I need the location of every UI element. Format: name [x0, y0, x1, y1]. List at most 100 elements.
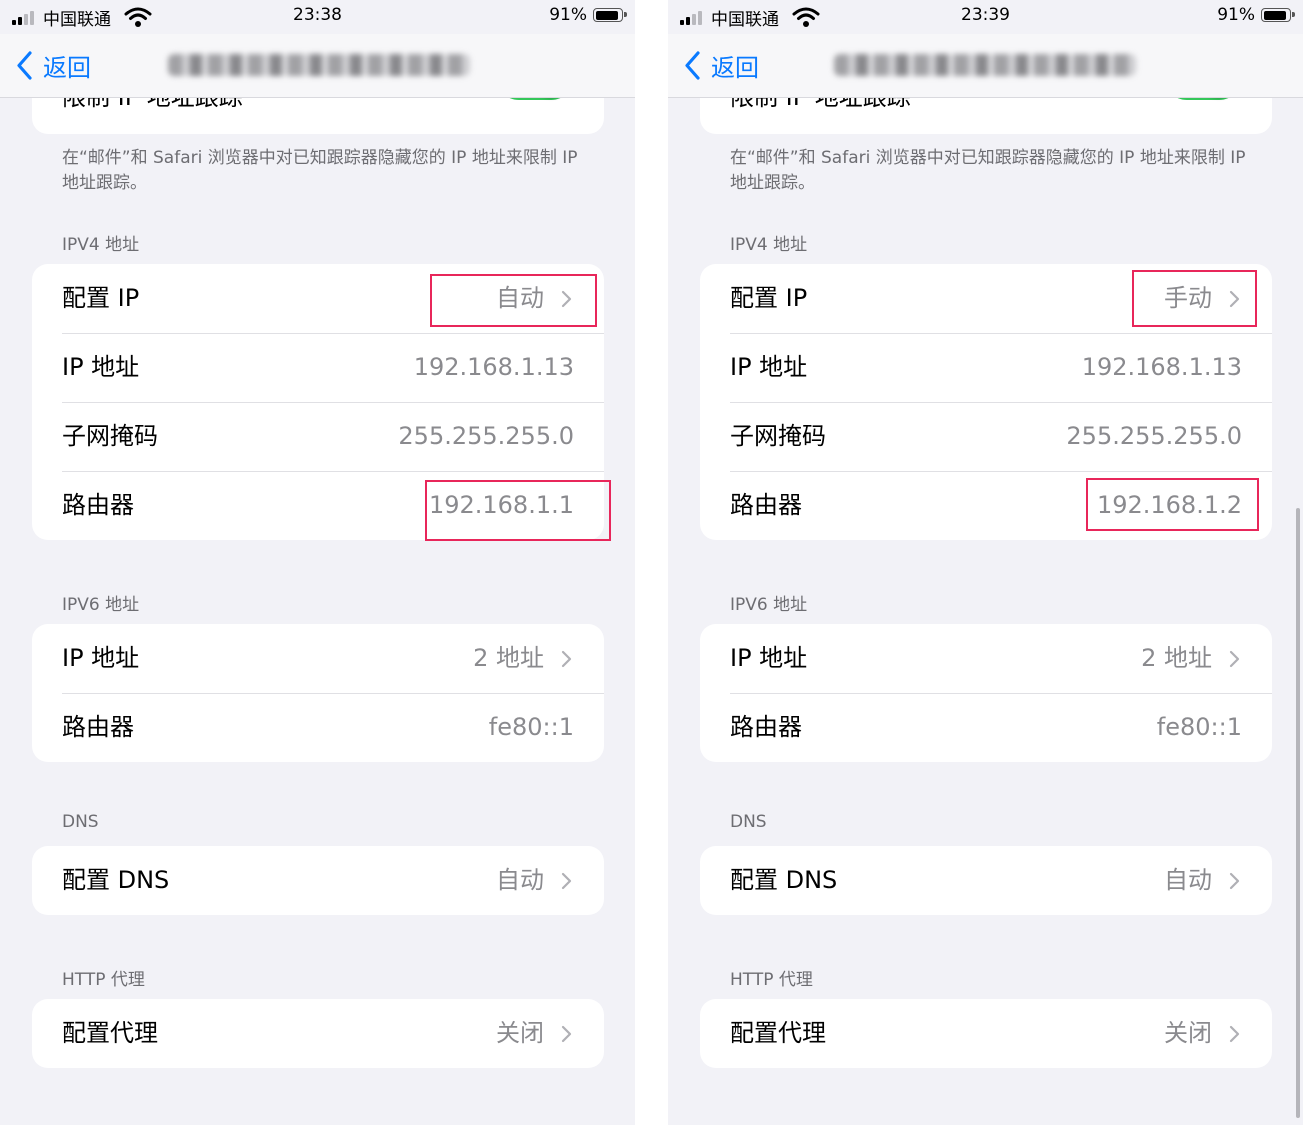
ipv6-ip-row[interactable]: IP 地址 2 地址 — [32, 624, 604, 693]
subnet-mask-row: 子网掩码 255.255.255.0 — [32, 402, 604, 471]
limit-ip-label: 限制 IP 地址跟踪 — [730, 98, 911, 110]
configure-proxy-row[interactable]: 配置代理 关闭 — [700, 999, 1272, 1068]
back-button[interactable]: 返回 — [684, 48, 759, 82]
proxy-header: HTTP 代理 — [62, 970, 145, 990]
chevron-right-icon — [561, 290, 572, 308]
blurred-network-name — [834, 54, 1136, 76]
status-bar: 中国联通 23:38 91% — [0, 0, 635, 34]
proxy-card: 配置代理 关闭 — [700, 999, 1272, 1068]
chevron-right-icon — [1229, 1025, 1240, 1043]
configure-dns-label: 配置 DNS — [62, 866, 170, 894]
ipv6-router-value: fe80::1 — [1156, 713, 1242, 741]
ipv6-router-label: 路由器 — [730, 713, 802, 741]
battery-icon — [593, 8, 627, 22]
ipv6-ip-label: IP 地址 — [62, 644, 140, 672]
chevron-right-icon — [1229, 650, 1240, 668]
ipv6-header: IPV6 地址 — [62, 595, 140, 615]
ipv4-ip-value: 192.168.1.13 — [1081, 353, 1242, 381]
limit-ip-footer: 在“邮件”和 Safari 浏览器中对已知跟踪器隐藏您的 IP 地址来限制 IP… — [730, 148, 1246, 193]
chevron-left-icon — [685, 50, 700, 80]
ipv4-ip-label: IP 地址 — [62, 353, 140, 381]
configure-dns-row[interactable]: 配置 DNS 自动 — [32, 846, 604, 915]
limit-ip-footer: 在“邮件”和 Safari 浏览器中对已知跟踪器隐藏您的 IP 地址来限制 IP… — [62, 148, 578, 193]
ipv4-header: IPV4 地址 — [730, 235, 808, 255]
back-label: 返回 — [711, 53, 759, 82]
ipv4-header: IPV4 地址 — [62, 235, 140, 255]
ipv4-ip-value: 192.168.1.13 — [413, 353, 574, 381]
proxy-card: 配置代理 关闭 — [32, 999, 604, 1068]
ipv6-card: IP 地址 2 地址 路由器 fe80::1 — [32, 624, 604, 762]
ipv4-router-row: 路由器 192.168.1.1 — [32, 471, 604, 540]
ipv6-router-row: 路由器 fe80::1 — [700, 693, 1272, 762]
chevron-left-icon — [17, 50, 32, 80]
configure-dns-label: 配置 DNS — [730, 866, 838, 894]
ipv4-router-label: 路由器 — [730, 491, 802, 519]
back-label: 返回 — [43, 53, 91, 82]
chevron-right-icon — [561, 872, 572, 890]
subnet-mask-row: 子网掩码 255.255.255.0 — [700, 402, 1272, 471]
ipv4-ip-label: IP 地址 — [730, 353, 808, 381]
configure-ip-label: 配置 IP — [62, 284, 140, 312]
clock: 23:39 — [961, 5, 1010, 25]
battery-percent: 91% — [549, 5, 587, 25]
configure-ip-value: 自动 — [496, 284, 544, 312]
ipv6-header: IPV6 地址 — [730, 595, 808, 615]
nav-bar: 返回 — [668, 34, 1303, 98]
ipv4-router-row: 路由器 192.168.1.2 — [700, 471, 1272, 540]
configure-ip-row[interactable]: 配置 IP 自动 — [32, 264, 604, 333]
scrollbar[interactable] — [1296, 508, 1300, 1118]
nav-bar: 返回 — [0, 34, 635, 98]
limit-ip-card: 限制 IP 地址跟踪 — [700, 98, 1272, 134]
back-button[interactable]: 返回 — [16, 48, 91, 82]
right-phone-screen: 中国联通 23:39 91% 返回 限制 IP 地址跟踪 在“邮件”和 Safa… — [668, 0, 1303, 1125]
chevron-right-icon — [561, 1025, 572, 1043]
ipv4-router-value: 192.168.1.1 — [428, 491, 574, 519]
limit-ip-card: 限制 IP 地址跟踪 — [32, 98, 604, 134]
left-phone-screen: 中国联通 23:38 91% 返回 限制 IP 地址跟踪 在“邮件”和 Safa… — [0, 0, 635, 1125]
configure-ip-label: 配置 IP — [730, 284, 808, 312]
configure-ip-value: 手动 — [1164, 284, 1212, 312]
ipv6-card: IP 地址 2 地址 路由器 fe80::1 — [700, 624, 1272, 762]
ipv6-router-row: 路由器 fe80::1 — [32, 693, 604, 762]
dns-header: DNS — [730, 812, 767, 832]
subnet-mask-value: 255.255.255.0 — [1066, 422, 1242, 450]
settings-list: 限制 IP 地址跟踪 在“邮件”和 Safari 浏览器中对已知跟踪器隐藏您的 … — [0, 98, 635, 1125]
dns-header: DNS — [62, 812, 99, 832]
dns-card: 配置 DNS 自动 — [700, 846, 1272, 915]
settings-list: 限制 IP 地址跟踪 在“邮件”和 Safari 浏览器中对已知跟踪器隐藏您的 … — [668, 98, 1303, 1125]
status-bar: 中国联通 23:39 91% — [668, 0, 1303, 34]
limit-ip-row: 限制 IP 地址跟踪 — [32, 98, 604, 134]
ipv6-ip-value: 2 地址 — [473, 644, 544, 672]
chevron-right-icon — [1229, 290, 1240, 308]
configure-proxy-row[interactable]: 配置代理 关闭 — [32, 999, 604, 1068]
battery-percent: 91% — [1217, 5, 1255, 25]
ipv4-router-label: 路由器 — [62, 491, 134, 519]
ipv4-router-value: 192.168.1.2 — [1096, 491, 1242, 519]
dns-card: 配置 DNS 自动 — [32, 846, 604, 915]
configure-dns-row[interactable]: 配置 DNS 自动 — [700, 846, 1272, 915]
configure-proxy-value: 关闭 — [496, 1019, 544, 1047]
subnet-mask-value: 255.255.255.0 — [398, 422, 574, 450]
ipv4-ip-row: IP 地址 192.168.1.13 — [700, 333, 1272, 402]
configure-proxy-label: 配置代理 — [730, 1019, 826, 1047]
ipv6-router-value: fe80::1 — [488, 713, 574, 741]
ipv6-ip-value: 2 地址 — [1141, 644, 1212, 672]
chevron-right-icon — [1229, 872, 1240, 890]
clock: 23:38 — [293, 5, 342, 25]
configure-ip-row[interactable]: 配置 IP 手动 — [700, 264, 1272, 333]
ipv4-card: 配置 IP 自动 IP 地址 192.168.1.13 子网掩码 255.255… — [32, 264, 604, 540]
chevron-right-icon — [561, 650, 572, 668]
ipv6-router-label: 路由器 — [62, 713, 134, 741]
limit-ip-label: 限制 IP 地址跟踪 — [62, 98, 243, 110]
proxy-header: HTTP 代理 — [730, 970, 813, 990]
configure-dns-value: 自动 — [496, 866, 544, 894]
subnet-mask-label: 子网掩码 — [62, 422, 158, 450]
configure-dns-value: 自动 — [1164, 866, 1212, 894]
configure-proxy-value: 关闭 — [1164, 1019, 1212, 1047]
ipv6-ip-row[interactable]: IP 地址 2 地址 — [700, 624, 1272, 693]
limit-ip-row: 限制 IP 地址跟踪 — [700, 98, 1272, 134]
battery-icon — [1261, 8, 1295, 22]
blurred-network-name — [168, 54, 470, 76]
configure-proxy-label: 配置代理 — [62, 1019, 158, 1047]
subnet-mask-label: 子网掩码 — [730, 422, 826, 450]
